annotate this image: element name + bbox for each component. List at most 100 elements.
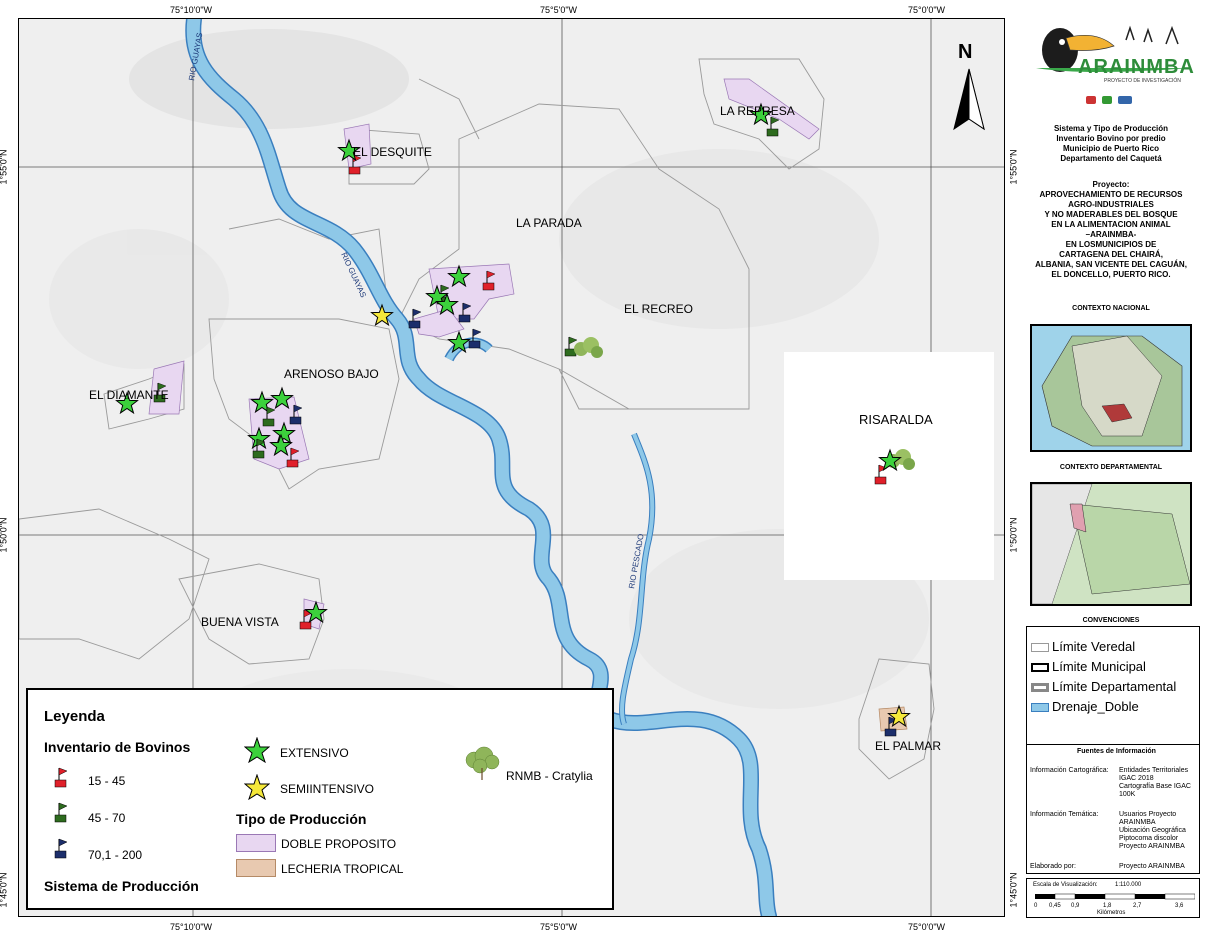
coord-left: 1°45'0"N [0, 872, 9, 908]
coord-top: 75°10'0"W [170, 5, 213, 15]
scale-unit: Kilómetros [1097, 910, 1126, 916]
coord-top: 75°0'0"W [908, 5, 946, 15]
vereda-label-el-desquite: EL DESQUITE [353, 145, 432, 159]
convenciones-box: Límite Veredal Límite Municipal Límite D… [1026, 626, 1200, 756]
tipo-item-doble: DOBLE PROPOSITO [281, 837, 397, 851]
title-line: Inventario Bovino por predio [1056, 134, 1166, 143]
flag-blue-icon [54, 838, 68, 859]
vereda-label-la-parada: LA PARADA [516, 216, 582, 230]
partner-logo-icon [1102, 96, 1112, 104]
project-line: EL DONCELLO, PUERTO RICO. [1051, 270, 1171, 279]
coord-bottom: 75°0'0"W [908, 922, 946, 932]
fuentes-tem-value: ARAINMBA [1119, 819, 1156, 826]
tipo-lecheria-swatch [236, 859, 276, 877]
tipo-doble-swatch [236, 834, 276, 852]
caqueta-inset [1032, 484, 1190, 604]
coord-bottom: 75°10'0"W [170, 922, 213, 932]
drenaje-swatch [1031, 703, 1049, 713]
fuentes-tem-value: Proyecto ARAINMBA [1119, 843, 1185, 850]
legend-sistema-title: Sistema de Producción [44, 878, 199, 894]
conv-label: Límite Municipal [1052, 659, 1146, 674]
sistema-item-semi: SEMIINTENSIVO [280, 782, 375, 796]
inventario-item-1: 15 - 45 [88, 774, 126, 788]
fuentes-title: Fuentes de Información [1077, 748, 1156, 755]
vereda-label-la-represa: LA REPRESA [720, 104, 795, 118]
scale-box: Escala de Visualización: 1:110.000 0 0,4… [1026, 878, 1200, 918]
fuentes-tem-value: Ubicación Geográfica [1119, 827, 1186, 834]
inventario-item-3: 70,1 - 200 [88, 848, 143, 862]
cratylia-plant-icon[interactable] [574, 337, 603, 358]
vereda-label-el-diamante: EL DIAMANTE [89, 388, 169, 402]
contexto-departamental-map [1030, 482, 1192, 606]
project-line: EN LA ALIMENTACION ANIMAL [1051, 220, 1171, 229]
conv-row-municipal: Límite Municipal [1031, 659, 1146, 674]
fuentes-box: Fuentes de Información Información Carto… [1026, 744, 1200, 874]
vereda-label-arenoso-bajo: ARENOSO BAJO [284, 367, 379, 381]
fuentes-tem-value: Usuarios Proyecto [1119, 811, 1177, 818]
north-arrow-icon [953, 68, 985, 131]
legend-tipo-title: Tipo de Producción [236, 811, 367, 827]
fuentes-cart-value: Entidades Territoriales [1119, 767, 1189, 774]
project-line: APROVECHAMIENTO DE RECURSOS [1039, 190, 1183, 199]
contexto-nacional-map [1030, 324, 1192, 452]
scale-bar-icon [1035, 893, 1195, 900]
project-line: ALBANIA, SAN VICENTE DEL CAGUÁN, [1035, 260, 1187, 269]
coord-top: 75°5'0"W [540, 5, 578, 15]
contexto-departamental-title: CONTEXTO DEPARTAMENTAL [1059, 464, 1163, 471]
fuentes-tem-value: Piptocoma discolor [1119, 835, 1179, 842]
fuentes-cart-value: 100K [1119, 791, 1136, 798]
scale-tick: 3,6 [1175, 903, 1184, 909]
vereda-label-buena-vista: BUENA VISTA [201, 615, 279, 629]
municipal-swatch [1031, 663, 1049, 673]
contexto-nacional-title: CONTEXTO NACIONAL [1072, 305, 1150, 312]
convenciones-title: CONVENCIONES [1082, 617, 1140, 624]
star-extensivo-icon [244, 737, 270, 763]
vereda-label-el-palmar: EL PALMAR [875, 739, 942, 753]
conv-row-veredal: Límite Veredal [1031, 639, 1135, 654]
title-line: Departamento del Caquetá [1060, 154, 1162, 163]
scale-tick: 0,9 [1071, 903, 1080, 909]
fuentes-cart-label: Información Cartográfica: [1030, 767, 1109, 774]
partner-logo-icon [1086, 96, 1096, 104]
scale-tick: 0 [1034, 903, 1038, 909]
veredal-swatch [1031, 643, 1049, 653]
title-line: Sistema y Tipo de Producción [1053, 124, 1169, 133]
info-panel: ARAINMBA PROYECTO DE INVESTIGACIÓN Siste… [1018, 18, 1204, 918]
tipo-item-lecheria: LECHERIA TROPICAL [281, 862, 404, 876]
north-label: N [958, 41, 973, 63]
conv-row-drenaje: Drenaje_Doble [1031, 699, 1139, 714]
project-description: Proyecto: APROVECHAMIENTO DE RECURSOS AG… [1018, 180, 1204, 280]
rnmb-label: RNMB - Cratylia [506, 769, 593, 783]
logo-subtext: PROYECTO DE INVESTIGACIÓN [1104, 78, 1181, 84]
conv-row-departamental: Límite Departamental [1031, 679, 1176, 694]
conv-label: Drenaje_Doble [1052, 699, 1139, 714]
project-line: Proyecto: [1092, 180, 1130, 189]
departamental-swatch [1031, 683, 1049, 693]
fuentes-cart-value: IGAC 2018 [1119, 775, 1154, 782]
colombia-inset [1041, 335, 1183, 447]
conv-label: Límite Veredal [1052, 639, 1136, 654]
scale-tick: 1,8 [1103, 903, 1112, 909]
project-line: CARTAGENA DEL CHAIRÁ, [1059, 250, 1163, 259]
elaborado-value: Proyecto ARAINMBA [1119, 863, 1185, 870]
fuentes-tem-label: Información Temática: [1030, 811, 1099, 818]
logo-text: ARAINMBA [1078, 56, 1195, 78]
project-line: Y NO MADERABLES DEL BOSQUE [1044, 210, 1178, 219]
elaborado-label: Elaborado por: [1030, 863, 1076, 870]
legend-box: Leyenda Inventario de Bovinos 15 - 45 45… [26, 688, 614, 910]
flag-green-icon[interactable] [766, 116, 780, 137]
arainmba-logo: ARAINMBA PROYECTO DE INVESTIGACIÓN [1026, 22, 1198, 88]
vereda-label-el-recreo: EL RECREO [624, 302, 693, 316]
legend-title: Leyenda [44, 708, 105, 725]
vereda-label-risaralda: RISARALDA [859, 412, 933, 427]
coord-left: 1°55'0"N [0, 149, 9, 185]
map-title: Sistema y Tipo de Producción Inventario … [1018, 124, 1204, 164]
scale-tick: 2,7 [1133, 903, 1142, 909]
flag-red-icon [54, 767, 68, 788]
partner-logo-icon [1118, 96, 1132, 104]
project-line: EN LOSMUNICIPIOS DE [1065, 240, 1157, 249]
scale-tick: 0,45 [1049, 903, 1061, 909]
escala-label: Escala de Visualización: [1033, 882, 1098, 888]
cratylia-plant-icon [465, 746, 500, 780]
conv-label: Límite Departamental [1052, 679, 1177, 694]
